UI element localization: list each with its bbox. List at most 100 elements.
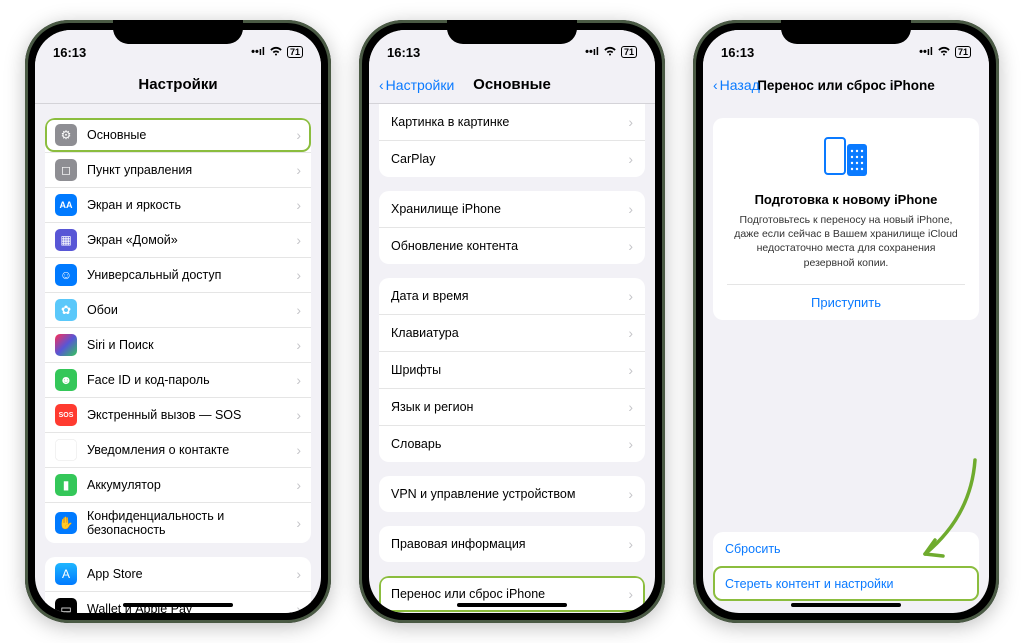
settings-row[interactable]: VPN и управление устройством›: [379, 476, 645, 512]
chevron-right-icon: ›: [296, 197, 301, 213]
wifi-icon: [269, 46, 283, 59]
settings-row[interactable]: ▮Аккумулятор›: [45, 467, 311, 502]
back-button[interactable]: ‹ Настройки: [379, 77, 454, 93]
group-storage: Хранилище iPhone›Обновление контента›: [379, 191, 645, 264]
phone-settings: 16:13 ••ıl 71 Настройки ⚙Основные›◻Пункт…: [25, 20, 331, 623]
wifi-icon: [603, 46, 617, 59]
settings-content[interactable]: ⚙Основные›◻Пункт управления› AA Экран и яр…: [35, 104, 321, 613]
prepare-description: Подготовьтесь к переносу на новый iPhone…: [727, 213, 965, 270]
home-indicator[interactable]: [791, 603, 901, 607]
settings-row[interactable]: Обновление контента›: [379, 227, 645, 264]
settings-row[interactable]: ⚙Основные›: [45, 118, 311, 152]
row-icon: AA: [55, 194, 77, 216]
chevron-right-icon: ›: [628, 436, 633, 452]
screen-general: 16:13 ••ıl 71 ‹ Настройки Основные Карти…: [369, 30, 655, 613]
row-label: Обновление контента: [391, 239, 628, 253]
page-title: Основные: [473, 76, 551, 93]
settings-row[interactable]: ☢Уведомления о контакте›: [45, 432, 311, 467]
settings-row[interactable]: SOSЭкстренный вызов — SOS›: [45, 397, 311, 432]
page-title: Перенос или сброс iPhone: [757, 78, 935, 93]
row-label: Face ID и код-пароль: [87, 373, 296, 387]
status-time: 16:13: [721, 45, 754, 60]
row-label: Siri и Поиск: [87, 338, 296, 352]
screen-transfer-reset: 16:13 ••ıl 71 ‹ Назад Перенос или сброс …: [703, 30, 989, 613]
prepare-action[interactable]: Приступить: [727, 284, 965, 320]
group-legal: Правовая информация›: [379, 526, 645, 562]
signal-icon: ••ıl: [251, 46, 265, 58]
chevron-right-icon: ›: [628, 288, 633, 304]
settings-row[interactable]: AApp Store›: [45, 557, 311, 591]
row-icon: ⚙: [55, 124, 77, 146]
devices-icon: [727, 136, 965, 180]
chevron-right-icon: ›: [296, 302, 301, 318]
erase-row[interactable]: Стереть контент и настройки: [713, 566, 979, 601]
signal-icon: ••ıl: [585, 46, 599, 58]
prepare-title: Подготовка к новому iPhone: [727, 192, 965, 207]
row-label: Правовая информация: [391, 537, 628, 551]
wifi-icon: [937, 46, 951, 59]
chevron-right-icon: ›: [628, 586, 633, 602]
row-label: Экран и яркость: [87, 198, 296, 212]
row-label: Экстренный вызов — SOS: [87, 408, 296, 422]
row-label: Хранилище iPhone: [391, 202, 628, 216]
general-content[interactable]: Картинка в картинке›CarPlay› Хранилище i…: [369, 104, 655, 613]
settings-row[interactable]: ✿Обои›: [45, 292, 311, 327]
chevron-left-icon: ‹: [713, 77, 718, 93]
settings-row[interactable]: ☺Универсальный доступ›: [45, 257, 311, 292]
row-label: Экран «Домой»: [87, 233, 296, 247]
reset-row[interactable]: Сбросить: [713, 532, 979, 566]
battery-icon: 71: [955, 46, 971, 58]
settings-row[interactable]: Siri и Поиск›: [45, 327, 311, 362]
phone-transfer-reset: 16:13 ••ıl 71 ‹ Назад Перенос или сброс …: [693, 20, 999, 623]
prepare-card: Подготовка к новому iPhone Подготовьтесь…: [713, 118, 979, 320]
settings-row[interactable]: Словарь›: [379, 425, 645, 462]
row-label: Перенос или сброс iPhone: [391, 587, 628, 601]
settings-row[interactable]: CarPlay›: [379, 140, 645, 177]
row-label: Конфиденциальность и безопасность: [87, 509, 296, 537]
row-label: App Store: [87, 567, 296, 581]
settings-row[interactable]: Дата и время›: [379, 278, 645, 314]
settings-row[interactable]: ◻Пункт управления›: [45, 152, 311, 187]
settings-row[interactable]: Картинка в картинке›: [379, 104, 645, 140]
status-right: ••ıl 71: [919, 46, 971, 59]
chevron-right-icon: ›: [628, 399, 633, 415]
settings-row[interactable]: Язык и регион›: [379, 388, 645, 425]
battery-icon: 71: [621, 46, 637, 58]
chevron-right-icon: ›: [628, 238, 633, 254]
chevron-right-icon: ›: [628, 114, 633, 130]
row-icon: SOS: [55, 404, 77, 426]
row-label: Уведомления о контакте: [87, 443, 296, 457]
chevron-right-icon: ›: [628, 201, 633, 217]
chevron-right-icon: ›: [296, 515, 301, 531]
settings-row[interactable]: ☻Face ID и код-пароль›: [45, 362, 311, 397]
home-indicator[interactable]: [123, 603, 233, 607]
chevron-right-icon: ›: [296, 601, 301, 613]
notch: [113, 20, 243, 44]
signal-icon: ••ıl: [919, 46, 933, 58]
settings-row[interactable]: Клавиатура›: [379, 314, 645, 351]
back-button[interactable]: ‹ Назад: [713, 77, 760, 93]
home-indicator[interactable]: [457, 603, 567, 607]
transfer-content[interactable]: Подготовка к новому iPhone Подготовьтесь…: [703, 104, 989, 613]
chevron-right-icon: ›: [296, 477, 301, 493]
settings-row[interactable]: Шрифты›: [379, 351, 645, 388]
row-icon: ▮: [55, 474, 77, 496]
row-icon: ▦: [55, 229, 77, 251]
row-icon: ▭: [55, 598, 77, 613]
settings-row[interactable]: ✋ Конфиденциальность и безопасность›: [45, 502, 311, 543]
settings-row[interactable]: ▭Wallet и Apple Pay›: [45, 591, 311, 613]
settings-row[interactable]: Правовая информация›: [379, 526, 645, 562]
settings-row[interactable]: ▦Экран «Домой»›: [45, 222, 311, 257]
chevron-left-icon: ‹: [379, 77, 384, 93]
chevron-right-icon: ›: [296, 566, 301, 582]
row-label: CarPlay: [391, 152, 628, 166]
chevron-right-icon: ›: [296, 442, 301, 458]
erase-label: Стереть контент и настройки: [725, 577, 894, 591]
group-top: Картинка в картинке›CarPlay›: [379, 104, 645, 177]
row-icon: ✋: [55, 512, 77, 534]
settings-row[interactable]: AA Экран и яркость›: [45, 187, 311, 222]
settings-group-a: ⚙Основные›◻Пункт управления› AA Экран и яр…: [45, 118, 311, 543]
row-label: Словарь: [391, 437, 628, 451]
row-label: Картинка в картинке: [391, 115, 628, 129]
settings-row[interactable]: Хранилище iPhone›: [379, 191, 645, 227]
